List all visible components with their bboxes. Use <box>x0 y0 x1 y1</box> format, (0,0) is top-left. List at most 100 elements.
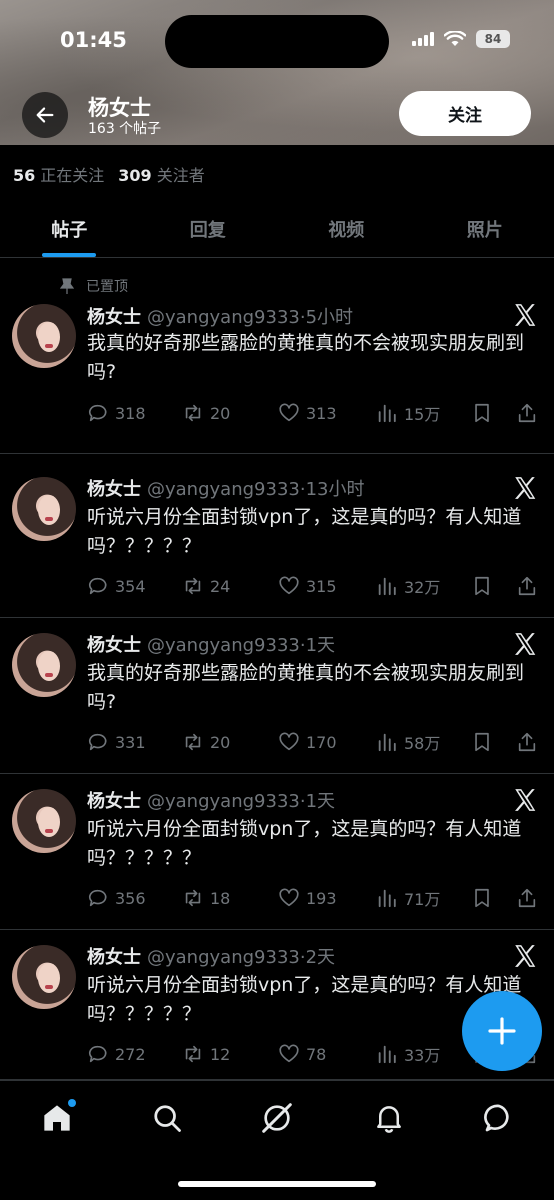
share-button[interactable] <box>516 886 538 910</box>
like-button[interactable]: 313 <box>278 401 337 425</box>
avatar[interactable] <box>12 945 76 1009</box>
reply-button[interactable]: 356 <box>87 886 146 910</box>
heart-icon <box>279 732 299 751</box>
follow-stats: 56 正在关注 309 关注者 <box>13 162 205 186</box>
post-author-name[interactable]: 杨女士 <box>87 947 141 968</box>
nav-search[interactable] <box>150 1101 184 1135</box>
views-button[interactable]: 33万 <box>376 1042 440 1066</box>
heart-icon <box>279 576 299 595</box>
reply-button[interactable]: 272 <box>87 1042 146 1066</box>
view-count: 71万 <box>404 890 441 909</box>
reply-button[interactable]: 331 <box>87 730 146 754</box>
reply-count: 318 <box>115 403 146 423</box>
like-button[interactable]: 78 <box>278 1042 326 1066</box>
avatar[interactable] <box>12 304 76 368</box>
following-link[interactable]: 56 正在关注 <box>13 162 104 186</box>
views-button[interactable]: 15万 <box>376 401 440 425</box>
repost-icon <box>185 1045 201 1063</box>
post-header: 杨女士 @yangyang9333·2天 <box>87 943 335 969</box>
plus-icon <box>488 1017 516 1045</box>
post-time: ·5小时 <box>299 307 354 328</box>
bookmark-button[interactable] <box>471 730 493 754</box>
post-item[interactable]: 杨女士 @yangyang9333·5小时 我真的好奇那些露脸的黄推真的不会被现实朋… <box>0 258 554 454</box>
repost-button[interactable]: 12 <box>182 1042 230 1066</box>
reply-count: 331 <box>115 732 146 752</box>
nav-messages[interactable] <box>482 1101 516 1135</box>
views-icon <box>378 889 396 908</box>
post-author-handle[interactable]: @yangyang9333 <box>147 947 300 968</box>
grok-icon <box>262 1103 292 1133</box>
x-logo-icon[interactable] <box>512 787 538 813</box>
post-time: ·1天 <box>299 791 336 812</box>
repost-count: 18 <box>210 888 231 908</box>
repost-button[interactable]: 20 <box>182 730 230 754</box>
repost-count: 12 <box>210 1044 231 1064</box>
share-button[interactable] <box>516 730 538 754</box>
reply-button[interactable]: 318 <box>87 401 146 425</box>
heart-icon <box>279 1044 299 1063</box>
post-author-handle[interactable]: @yangyang9333 <box>147 791 300 812</box>
post-time: ·13小时 <box>299 479 365 500</box>
post-author-handle[interactable]: @yangyang9333 <box>147 479 300 500</box>
x-logo-icon[interactable] <box>512 943 538 969</box>
post-author-name[interactable]: 杨女士 <box>87 479 141 500</box>
view-count: 32万 <box>404 578 441 597</box>
share-icon <box>518 403 536 423</box>
like-button[interactable]: 193 <box>278 886 337 910</box>
like-button[interactable]: 170 <box>278 730 337 754</box>
x-logo-icon[interactable] <box>512 631 538 657</box>
post-item[interactable]: 杨女士 @yangyang9333·1天 我真的好奇那些露脸的黄推真的不会被现实朋友… <box>0 618 554 774</box>
post-author-handle[interactable]: @yangyang9333 <box>147 307 300 328</box>
avatar[interactable] <box>12 789 76 853</box>
nav-home[interactable] <box>40 1099 76 1135</box>
post-author-handle[interactable]: @yangyang9333 <box>147 635 300 656</box>
post-text: 我真的好奇那些露脸的黄推真的不会被现实朋友刷到吗? <box>87 662 525 713</box>
repost-button[interactable]: 20 <box>182 401 230 425</box>
cellular-signal-icon <box>412 32 434 46</box>
post-author-name[interactable]: 杨女士 <box>87 635 141 656</box>
share-button[interactable] <box>516 574 538 598</box>
post-text: 听说六月份全面封锁vpn了，这是真的吗？有人知道吗？？？？？ <box>87 506 522 557</box>
views-button[interactable]: 58万 <box>376 730 440 754</box>
back-button[interactable] <box>22 92 68 138</box>
share-button[interactable] <box>516 401 538 425</box>
tab-posts[interactable]: 帖子 <box>0 200 139 257</box>
post-item[interactable]: 杨女士 @yangyang9333·13小时听说六月份全面封锁vpn了，这是真的吗… <box>0 454 554 618</box>
post-text: 听说六月份全面封锁vpn了，这是真的吗？有人知道吗？？？？？ <box>87 818 522 869</box>
avatar[interactable] <box>12 477 76 541</box>
x-logo-icon[interactable] <box>512 302 538 328</box>
nav-grok[interactable] <box>260 1101 294 1135</box>
tab-replies[interactable]: 回复 <box>139 200 278 257</box>
bookmark-button[interactable] <box>471 574 493 598</box>
reply-button[interactable]: 354 <box>87 574 146 598</box>
repost-button[interactable]: 24 <box>182 574 230 598</box>
nav-notifications[interactable] <box>372 1101 406 1135</box>
avatar[interactable] <box>12 633 76 697</box>
post-author-name[interactable]: 杨女士 <box>87 307 141 328</box>
followers-link[interactable]: 309 关注者 <box>118 162 204 186</box>
bell-icon <box>377 1106 401 1133</box>
view-count: 33万 <box>404 1046 441 1065</box>
repost-count: 20 <box>210 732 231 752</box>
follow-button[interactable]: 关注 <box>399 91 531 136</box>
views-button[interactable]: 71万 <box>376 886 440 910</box>
battery-icon: 84 <box>476 30 510 48</box>
repost-count: 20 <box>210 403 231 423</box>
views-button[interactable]: 32万 <box>376 574 440 598</box>
repost-button[interactable]: 18 <box>182 886 230 910</box>
post-item[interactable]: 杨女士 @yangyang9333·1天听说六月份全面封锁vpn了，这是真的吗？有… <box>0 774 554 930</box>
x-logo-icon[interactable] <box>512 475 538 501</box>
reply-icon <box>88 733 107 751</box>
tab-photos[interactable]: 照片 <box>416 200 554 257</box>
compose-button[interactable] <box>462 991 542 1071</box>
like-button[interactable]: 315 <box>278 574 337 598</box>
post-author-name[interactable]: 杨女士 <box>87 791 141 812</box>
bookmark-button[interactable] <box>471 401 493 425</box>
message-icon <box>484 1104 509 1132</box>
post-header: 杨女士 @yangyang9333·1天 <box>87 631 335 657</box>
arrow-left-icon <box>36 107 54 123</box>
post-header: 杨女士 @yangyang9333·5小时 <box>87 303 353 329</box>
bookmark-button[interactable] <box>471 886 493 910</box>
tab-videos[interactable]: 视频 <box>277 200 416 257</box>
reply-icon <box>88 889 107 907</box>
